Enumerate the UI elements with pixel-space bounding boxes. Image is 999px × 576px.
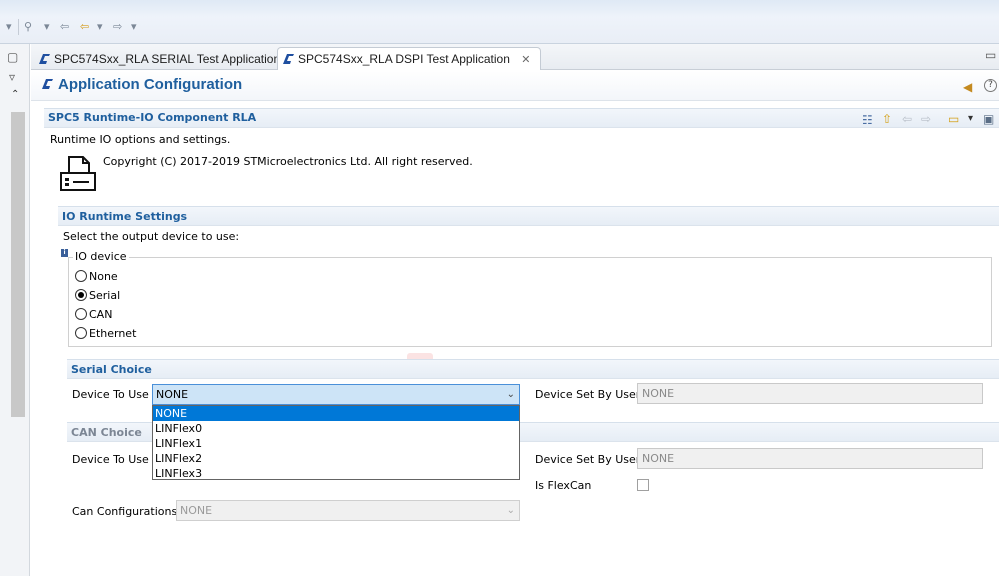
toolbar-separator (18, 19, 19, 35)
io-settings-title: IO Runtime Settings (62, 210, 188, 223)
chevron-down-icon: ⌄ (506, 389, 515, 400)
dropdown-option[interactable]: LINFlex1 (153, 436, 519, 451)
restore-icon[interactable]: ▢ (7, 50, 18, 64)
radio-serial-label: Serial (89, 289, 121, 302)
forward-nav-icon[interactable]: ⇨ (113, 19, 122, 35)
serial-set-by-user-field[interactable]: NONE (637, 383, 983, 404)
info-icon: i (61, 249, 68, 257)
dropdown-option[interactable]: LINFlex2 (153, 451, 519, 466)
dropdown-option[interactable]: LINFlex3 (153, 466, 519, 481)
main-toolbar: ▾ ⚲ ▾ ⇦ ⇦ ▾ ⇨ ▾ (0, 0, 999, 44)
radio-ethernet-label: Ethernet (89, 327, 137, 340)
can-configurations-value: NONE (180, 504, 213, 517)
radio-none-label: None (89, 270, 118, 283)
back-arrow-icon[interactable]: ⇦ (902, 112, 912, 126)
flexcan-label: Is FlexCan (535, 479, 592, 492)
tab-serial-app[interactable]: SPC574Sxx_RLA SERIAL Test Application (33, 47, 291, 70)
dropdown-option[interactable]: LINFlex0 (153, 421, 519, 436)
vertical-scrollbar[interactable] (11, 112, 25, 417)
serial-choice-title: Serial Choice (71, 363, 152, 376)
disk-icon[interactable]: ▣ (983, 112, 994, 126)
dropdown-arrow-icon[interactable]: ▾ (131, 19, 137, 35)
io-settings-prompt: Select the output device to use: (63, 230, 240, 243)
can-set-by-user-label: Device Set By User (535, 453, 641, 466)
folder-icon[interactable]: ▭ (948, 112, 959, 126)
help-icon[interactable]: ? (984, 79, 997, 92)
serial-device-value: NONE (156, 388, 189, 401)
serial-set-by-user-label: Device Set By User (535, 388, 641, 401)
radio-ethernet[interactable] (75, 327, 87, 339)
flexcan-checkbox[interactable] (637, 479, 649, 491)
st-logo-icon (42, 79, 53, 89)
page-title: Application Configuration (58, 76, 243, 93)
save-icon[interactable]: ◀ (963, 80, 972, 94)
serial-device-dropdown-list: NONE LINFlex0 LINFlex1 LINFlex2 LINFlex3 (152, 405, 520, 480)
component-title: SPC5 Runtime-IO Component RLA (48, 111, 257, 124)
dropdown-arrow-icon[interactable]: ▾ (44, 19, 50, 35)
chevron-down-icon: ⌄ (506, 505, 515, 516)
st-logo-icon (283, 54, 294, 64)
scroll-up-icon[interactable]: ⌃ (11, 88, 19, 102)
forward-arrow-icon[interactable]: ⇨ (921, 112, 931, 126)
up-arrow-icon[interactable]: ⇧ (882, 112, 892, 126)
can-device-label: Device To Use (72, 453, 149, 466)
back-history-icon[interactable]: ⇦ (80, 19, 89, 35)
radio-can-label: CAN (89, 308, 113, 321)
serial-device-label: Device To Use (72, 388, 149, 401)
collapse-icon[interactable]: ☷ (862, 113, 873, 127)
dropdown-arrow-icon[interactable]: ▾ (968, 112, 973, 126)
maximize-icon[interactable]: ▭ (985, 48, 996, 62)
serial-device-select[interactable]: NONE ⌄ (152, 384, 520, 405)
copyright-text: Copyright (C) 2017-2019 STMicroelectroni… (103, 155, 473, 168)
radio-none[interactable] (75, 270, 87, 282)
close-icon[interactable]: ✕ (521, 54, 530, 66)
st-logo-icon (39, 54, 50, 64)
pin-icon[interactable]: ⚲ (24, 19, 32, 35)
printer-icon (60, 156, 96, 191)
radio-can[interactable] (75, 308, 87, 320)
io-device-groupbox (68, 257, 992, 347)
tab-dspi-app[interactable]: SPC574Sxx_RLA DSPI Test Application ✕ (277, 47, 542, 71)
back-nav-icon[interactable]: ⇦ (60, 19, 69, 35)
component-description: Runtime IO options and settings. (50, 133, 231, 146)
dropdown-arrow-icon[interactable]: ▾ (6, 19, 12, 35)
io-device-group-label: IO device (73, 250, 129, 263)
io-settings-section-bar (58, 206, 999, 226)
can-configurations-label: Can Configurations (72, 505, 178, 518)
minimize-icon[interactable]: ▿ (9, 70, 15, 84)
dropdown-arrow-icon[interactable]: ▾ (97, 19, 103, 35)
dropdown-option[interactable]: NONE (153, 406, 519, 421)
can-set-by-user-field[interactable]: NONE (637, 448, 983, 469)
tab-label: SPC574Sxx_RLA DSPI Test Application (298, 52, 510, 66)
editor-tabbar: SPC574Sxx_RLA SERIAL Test Application SP… (31, 44, 999, 71)
radio-serial[interactable] (75, 289, 87, 301)
can-choice-title: CAN Choice (71, 426, 142, 439)
serial-choice-section-bar (67, 359, 999, 379)
tab-label: SPC574Sxx_RLA SERIAL Test Application (54, 52, 281, 66)
can-configurations-select[interactable]: NONE ⌄ (176, 500, 520, 521)
